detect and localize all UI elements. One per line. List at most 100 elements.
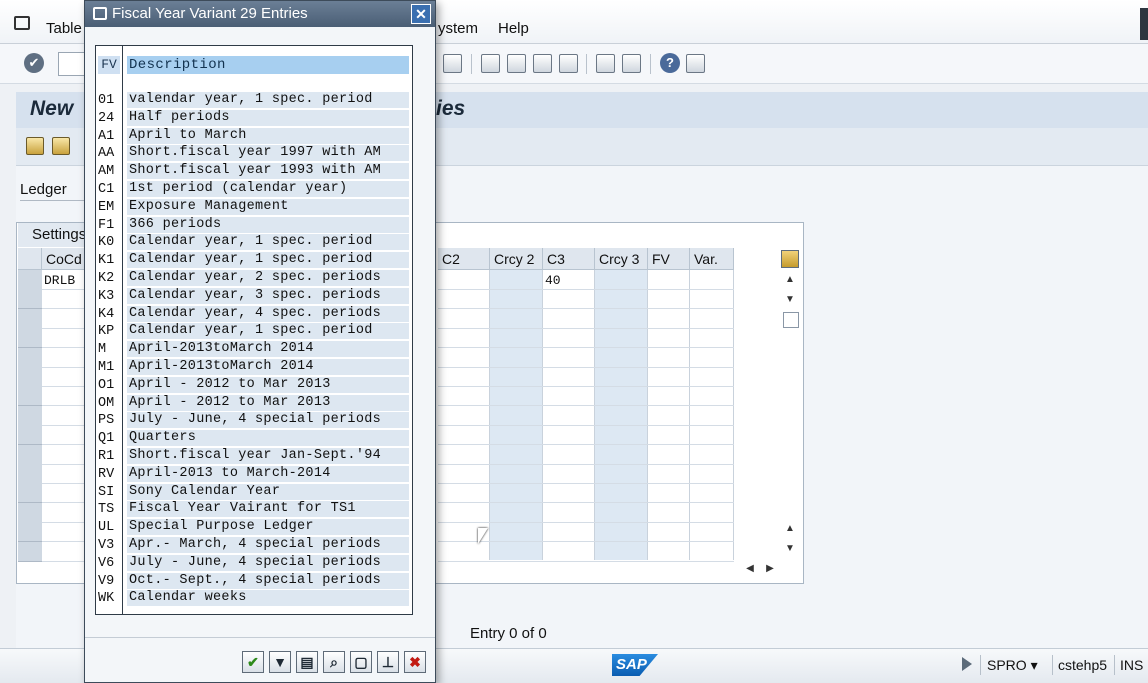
list-item[interactable]: AM Short.fiscal year 1993 with AM <box>98 163 410 181</box>
tab-settings[interactable]: Settings <box>18 223 88 247</box>
column-header-var[interactable]: Var. <box>690 248 734 270</box>
column-header-description[interactable]: Description <box>127 56 409 74</box>
status-mode: INS <box>1120 657 1144 673</box>
list-item[interactable]: PS July - June, 4 special periods <box>98 412 410 430</box>
row-selector[interactable] <box>18 444 42 465</box>
list-item[interactable]: A1 April to March <box>98 127 410 146</box>
list-item[interactable]: V3 Apr.- March, 4 special periods <box>98 536 410 555</box>
restrict-button[interactable]: ▤ <box>296 651 318 673</box>
list-item[interactable]: M1 April-2013toMarch 2014 <box>98 358 410 377</box>
column-header-c3[interactable]: C3 <box>543 248 595 270</box>
row-selector[interactable] <box>18 464 42 484</box>
table-settings-icon[interactable] <box>781 250 799 268</box>
list-item[interactable]: RV April-2013 to March-2014 <box>98 465 410 484</box>
row-selector[interactable] <box>18 308 42 329</box>
ledger-label: Ledger <box>20 181 67 198</box>
column-header-crcy2[interactable]: Crcy 2 <box>490 248 543 270</box>
fiscal-year-variant-code: K1 <box>98 253 115 269</box>
status-expand-icon[interactable] <box>962 657 972 671</box>
row-selector[interactable] <box>18 502 42 523</box>
display-change-icon[interactable] <box>26 137 44 155</box>
grid-row-line <box>42 424 86 426</box>
list-item[interactable]: TS Fiscal Year Vairant for TS1 <box>98 501 410 519</box>
personal-list-button[interactable]: ⊥ <box>377 651 399 673</box>
row-selector[interactable] <box>18 522 42 543</box>
list-item[interactable]: C1 1st period (calendar year) <box>98 180 410 199</box>
list-item[interactable]: K1 Calendar year, 1 spec. period <box>98 252 410 270</box>
menu-item-table[interactable]: Table <box>46 20 82 37</box>
scroll-down-icon[interactable]: ▼ <box>782 542 798 556</box>
previous-page-icon[interactable] <box>507 54 526 73</box>
column-header-c2[interactable]: C2 <box>438 248 490 270</box>
list-item[interactable]: UL Special Purpose Ledger <box>98 519 410 537</box>
list-item[interactable]: AA Short.fiscal year 1997 with AM <box>98 145 410 163</box>
filter-button[interactable]: ▼ <box>269 651 291 673</box>
list-item[interactable]: 24 Half periods <box>98 109 410 128</box>
grid-column-fv <box>648 270 690 560</box>
list-item[interactable]: V9 Oct.- Sept., 4 special periods <box>98 572 410 591</box>
list-item[interactable]: K0 Calendar year, 1 spec. period <box>98 234 410 252</box>
list-item[interactable]: 01 valendar year, 1 spec. period <box>98 92 410 110</box>
status-system[interactable]: SPRO ▾ <box>987 657 1038 674</box>
list-item[interactable]: R1 Short.fiscal year Jan-Sept.'94 <box>98 447 410 466</box>
close-icon[interactable]: ✕ <box>411 4 431 24</box>
select-all-cell[interactable] <box>18 248 42 270</box>
list-item[interactable]: K2 Calendar year, 2 spec. periods <box>98 269 410 288</box>
grid-column-var <box>690 270 734 560</box>
row-selector[interactable] <box>18 425 42 446</box>
enter-check-icon[interactable]: ✔ <box>24 53 44 73</box>
column-header-crcy3[interactable]: Crcy 3 <box>595 248 648 270</box>
new-entry-button[interactable]: ▢ <box>350 651 372 673</box>
list-item[interactable]: SI Sony Calendar Year <box>98 483 410 502</box>
scroll-up-icon[interactable]: ▲ <box>782 273 798 287</box>
dialog-title: Fiscal Year Variant 29 Entries <box>112 5 308 22</box>
last-page-icon[interactable] <box>559 54 578 73</box>
help-icon[interactable]: ? <box>660 53 680 73</box>
row-selector[interactable] <box>18 405 42 426</box>
list-item[interactable]: EM Exposure Management <box>98 198 410 217</box>
row-selector[interactable] <box>18 328 42 349</box>
column-header-fv[interactable]: FV <box>648 248 690 270</box>
list-item[interactable]: M April-2013toMarch 2014 <box>98 341 410 359</box>
list-item[interactable]: K3 Calendar year, 3 spec. periods <box>98 287 410 306</box>
cell-cocd-row1[interactable]: DRLB <box>44 273 75 288</box>
customize-layout-icon[interactable] <box>686 54 705 73</box>
find-icon[interactable] <box>443 54 462 73</box>
row-selector[interactable] <box>18 270 42 290</box>
menu-exit-icon[interactable] <box>14 16 30 30</box>
list-item[interactable]: WK Calendar weeks <box>98 590 410 608</box>
row-selector[interactable] <box>18 541 42 562</box>
scroll-down-icon[interactable]: ▼ <box>782 293 798 307</box>
save-icon[interactable] <box>52 137 70 155</box>
column-header-fv[interactable]: FV <box>98 56 120 74</box>
row-selector[interactable] <box>18 367 42 387</box>
cell-c3-row1[interactable]: 40 <box>545 273 561 288</box>
column-header-cocd[interactable]: CoCd <box>42 248 86 270</box>
dialog-title-bar[interactable]: Fiscal Year Variant 29 Entries ✕ <box>85 1 435 27</box>
confirm-button[interactable]: ✔ <box>242 651 264 673</box>
menu-item-system[interactable]: ystem <box>438 20 478 37</box>
list-item[interactable]: F1 366 periods <box>98 216 410 235</box>
list-item[interactable]: OM April - 2012 to Mar 2013 <box>98 394 410 413</box>
list-item[interactable]: V6 July - June, 4 special periods <box>98 554 410 573</box>
row-selector[interactable] <box>18 347 42 368</box>
row-selector[interactable] <box>18 289 42 310</box>
list-item[interactable]: Q1 Quarters <box>98 430 410 448</box>
list-item[interactable]: KP Calendar year, 1 spec. period <box>98 323 410 341</box>
row-selector[interactable] <box>18 386 42 407</box>
find-button[interactable]: ⌕ <box>323 651 345 673</box>
scroll-up-icon[interactable]: ▲ <box>782 522 798 536</box>
first-page-icon[interactable] <box>481 54 500 73</box>
mouse-cursor <box>478 528 488 544</box>
menu-item-help[interactable]: Help <box>498 20 529 37</box>
shortcut-icon[interactable] <box>622 54 641 73</box>
next-page-icon[interactable] <box>533 54 552 73</box>
cancel-button[interactable]: ✖ <box>404 651 426 673</box>
list-item[interactable]: O1 April - 2012 to Mar 2013 <box>98 376 410 395</box>
row-selector[interactable] <box>18 483 42 504</box>
list-item[interactable]: K4 Calendar year, 4 spec. periods <box>98 305 410 324</box>
create-session-icon[interactable] <box>596 54 615 73</box>
scroll-right-icon[interactable]: ▶ <box>763 562 777 576</box>
scroll-left-icon[interactable]: ◀ <box>743 562 757 576</box>
scroll-thumb[interactable] <box>783 312 799 328</box>
